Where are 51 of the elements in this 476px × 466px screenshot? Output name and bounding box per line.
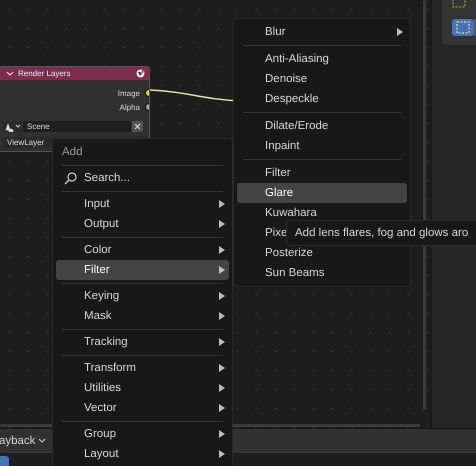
submenu-arrow-icon: [219, 200, 225, 208]
menu-item[interactable]: Vector: [56, 398, 229, 418]
menu-item[interactable]: Kuwahara: [237, 203, 407, 223]
submenu-arrow-icon: [219, 312, 225, 320]
node-header[interactable]: Render Layers: [0, 67, 149, 80]
chevron-icon: [38, 438, 46, 444]
menu-item[interactable]: Despeckle: [237, 89, 407, 109]
node-title: Render Layers: [18, 69, 72, 78]
menu-item[interactable]: Color: [56, 240, 229, 260]
menu-item[interactable]: Tracking: [56, 332, 229, 352]
menu-item[interactable]: Mask: [56, 306, 229, 326]
tooltip-text: Add lens flares, fog and glows aro: [295, 227, 468, 239]
submenu-arrow-icon: [219, 266, 225, 274]
menu-item[interactable]: Filter: [237, 163, 407, 183]
close-icon[interactable]: [132, 120, 143, 132]
menu-item[interactable]: Input: [56, 194, 229, 214]
menu-item[interactable]: Sun Beams: [237, 263, 407, 283]
menu-item[interactable]: Glare: [237, 183, 407, 203]
submenu-arrow-icon: [219, 364, 225, 372]
chevron-icon[interactable]: [6, 70, 14, 77]
menu-item[interactable]: Blur: [237, 22, 407, 42]
submenu-arrow-icon: [219, 338, 225, 346]
submenu-arrow-icon: [219, 404, 225, 412]
scene-field[interactable]: Scene: [23, 120, 131, 132]
socket-label: Alpha: [120, 102, 140, 112]
menu-item[interactable]: Filter: [56, 260, 229, 280]
submenu-arrow-icon: [219, 430, 225, 438]
menu-item[interactable]: Dilate/Erode: [237, 116, 407, 136]
submenu-arrow-icon: [219, 292, 225, 300]
socket-label: Image: [118, 88, 140, 98]
submenu-arrow-icon: [219, 450, 225, 458]
menu-item[interactable]: Group: [56, 424, 229, 444]
box-select-icon[interactable]: [452, 19, 474, 36]
menu-item[interactable]: Inpaint: [237, 136, 407, 156]
menu-item[interactable]: Output: [56, 214, 229, 234]
scene-selector-icon[interactable]: [3, 120, 22, 132]
menu-item[interactable]: Layout: [56, 444, 229, 464]
menu-item[interactable]: Keying: [56, 286, 229, 306]
globe-icon: [136, 69, 145, 78]
submenu-arrow-icon: [397, 28, 403, 36]
toggle-button[interactable]: [0, 456, 9, 466]
menu-item[interactable]: Utilities: [56, 378, 229, 398]
search-item[interactable]: Search...: [56, 168, 229, 188]
menu-item[interactable]: Transform: [56, 358, 229, 378]
menu-item[interactable]: Anti-Aliasing: [237, 49, 407, 69]
search-icon: [64, 172, 77, 184]
submenu-arrow-icon: [219, 220, 225, 228]
menu-item[interactable]: Denoise: [237, 69, 407, 89]
menu-item[interactable]: Posterize: [237, 243, 407, 263]
submenu-arrow-icon: [219, 384, 225, 392]
submenu-arrow-icon: [219, 246, 225, 254]
